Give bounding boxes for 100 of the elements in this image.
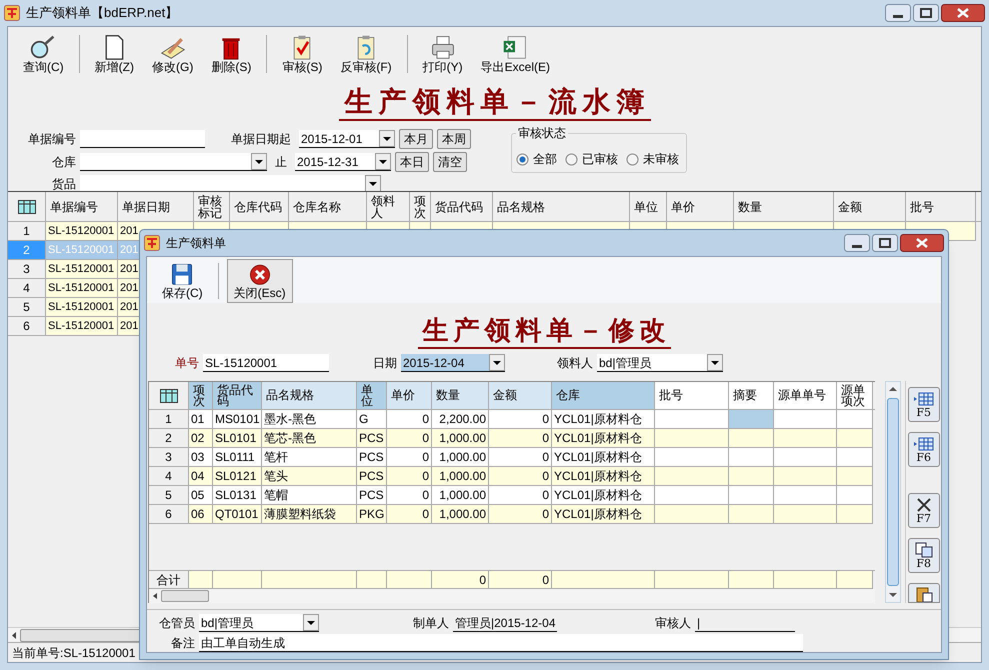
column-header[interactable]: 数量 [432, 382, 489, 409]
side-button[interactable]: F6 [908, 432, 940, 467]
radio-button[interactable] [626, 152, 639, 166]
column-header[interactable]: 单据编号 [46, 192, 118, 221]
filter-button[interactable]: 本日 [395, 152, 429, 172]
table-cell: 薄膜塑料纸袋 [262, 505, 357, 524]
table-cell: 0 [387, 486, 432, 505]
minimize-icon[interactable] [844, 234, 870, 252]
table-cell: 0 [489, 448, 552, 467]
table-cell: 0 [432, 571, 489, 589]
column-header[interactable]: 单据日期 [118, 192, 194, 221]
column-header[interactable]: 源单单号 [774, 382, 837, 409]
column-header[interactable]: 仓库名称 [289, 192, 367, 221]
row-number: 1 [149, 410, 189, 429]
column-header[interactable]: 领料人 [367, 192, 410, 221]
table-cell: PCS [357, 448, 387, 467]
toolbar-button[interactable]: 导出Excel(E) [474, 31, 557, 77]
paste-button[interactable] [908, 583, 940, 603]
maximize-icon[interactable] [872, 234, 898, 252]
scrollbar-thumb[interactable] [887, 398, 900, 586]
minimize-icon[interactable] [885, 4, 911, 22]
side-button[interactable]: F8 [908, 538, 940, 573]
column-header[interactable]: 项次 [410, 192, 431, 221]
column-header[interactable]: 货品代码 [431, 192, 493, 221]
maker-field[interactable]: 管理员|2015-12-04 [453, 614, 557, 632]
toolbar-button[interactable]: 审核(S) [275, 31, 330, 77]
toolbar-button[interactable]: 修改(G) [145, 31, 200, 77]
toolbar-button[interactable]: 删除(S) [204, 31, 258, 77]
horizontal-scrollbar[interactable] [149, 589, 876, 603]
insert-row-icon [912, 436, 935, 452]
input-field[interactable] [80, 130, 205, 148]
note-field[interactable]: 由工单自动生成 [199, 634, 803, 652]
column-header[interactable]: 金额 [834, 192, 906, 221]
column-header[interactable]: 货品代码 [213, 382, 262, 409]
table-cell: 0 [387, 429, 432, 448]
filter-button[interactable]: 本月 [399, 129, 433, 149]
column-header[interactable]: 审核标记 [194, 192, 230, 221]
table-cell [729, 486, 774, 505]
column-header[interactable]: 单价 [667, 192, 734, 221]
column-header[interactable]: 仓库 [552, 382, 655, 409]
row-number: 6 [8, 317, 46, 336]
column-header[interactable]: 品名规格 [493, 192, 630, 221]
date-field[interactable]: 2015-12-31 [295, 153, 391, 171]
doc-number-field[interactable]: SL-15120001 [203, 354, 329, 372]
keeper-dropdown[interactable]: bd|管理员 [199, 614, 319, 632]
column-header[interactable]: 仓库代码 [230, 192, 289, 221]
date-field[interactable]: 2015-12-01 [299, 130, 395, 148]
radio-option[interactable]: 全部 [516, 150, 557, 168]
column-header[interactable]: 批号 [906, 192, 976, 221]
picker-dropdown[interactable]: bd|管理员 [597, 354, 723, 372]
column-header[interactable]: 单价 [387, 382, 432, 409]
side-button[interactable]: F5 [908, 387, 940, 422]
close-icon[interactable] [900, 234, 944, 252]
toolbar-button[interactable]: 打印(Y) [416, 31, 470, 77]
column-header[interactable]: 数量 [734, 192, 834, 221]
grid-icon[interactable] [160, 388, 178, 402]
table-cell: 笔杆 [262, 448, 357, 467]
table-cell: 1,000.00 [432, 429, 489, 448]
side-button[interactable]: F7 [908, 493, 940, 528]
table-cell: PCS [357, 467, 387, 486]
toolbar-button[interactable]: 反审核(F) [333, 31, 399, 77]
column-header[interactable]: 单位 [357, 382, 387, 409]
column-header[interactable]: 品名规格 [262, 382, 357, 409]
column-header[interactable]: 单位 [630, 192, 667, 221]
table-cell: 笔帽 [262, 486, 357, 505]
warehouse-dropdown[interactable] [80, 153, 267, 171]
column-header[interactable]: 批号 [655, 382, 729, 409]
radio-option[interactable]: 未审核 [626, 150, 679, 168]
table-cell: PKG [357, 505, 387, 524]
table-cell [729, 467, 774, 486]
table-cell [837, 448, 873, 467]
toolbar-button[interactable]: 新增(Z) [88, 31, 141, 77]
radio-button[interactable] [565, 152, 578, 166]
maximize-icon[interactable] [913, 4, 939, 22]
table-cell: YCL01|原材料仓 [552, 429, 655, 448]
filter-button[interactable]: 清空 [433, 152, 467, 172]
filter-button[interactable]: 本周 [437, 129, 471, 149]
toolbar-button[interactable]: 关闭(Esc) [226, 259, 293, 303]
radio-button[interactable] [516, 152, 529, 166]
date-dropdown[interactable]: 2015-12-04 [401, 354, 505, 372]
column-header[interactable]: 金额 [489, 382, 552, 409]
table-cell: SL0121 [213, 467, 262, 486]
radio-option[interactable]: 已审核 [565, 150, 618, 168]
field-label: 货品 [51, 176, 76, 193]
table-cell: SL-15120001 [46, 241, 118, 260]
column-header[interactable]: 源单项次 [837, 382, 873, 409]
table-cell: YCL01|原材料仓 [552, 486, 655, 505]
toolbar-button[interactable]: 查询(C) [16, 31, 71, 77]
column-header[interactable]: 项次 [189, 382, 213, 409]
row-number: 3 [8, 260, 46, 279]
table-cell: 2,200.00 [432, 410, 489, 429]
field-label: 日期 [373, 355, 398, 372]
scrollbar-thumb[interactable] [161, 590, 209, 602]
close-icon[interactable] [941, 4, 985, 22]
column-header[interactable]: 摘要 [729, 382, 774, 409]
table-cell: G [357, 410, 387, 429]
grid-icon[interactable] [18, 200, 36, 214]
vertical-scrollbar[interactable] [885, 381, 902, 603]
reviewer-field[interactable]: | [695, 614, 795, 632]
field-label: 单据日期起 [230, 131, 291, 148]
